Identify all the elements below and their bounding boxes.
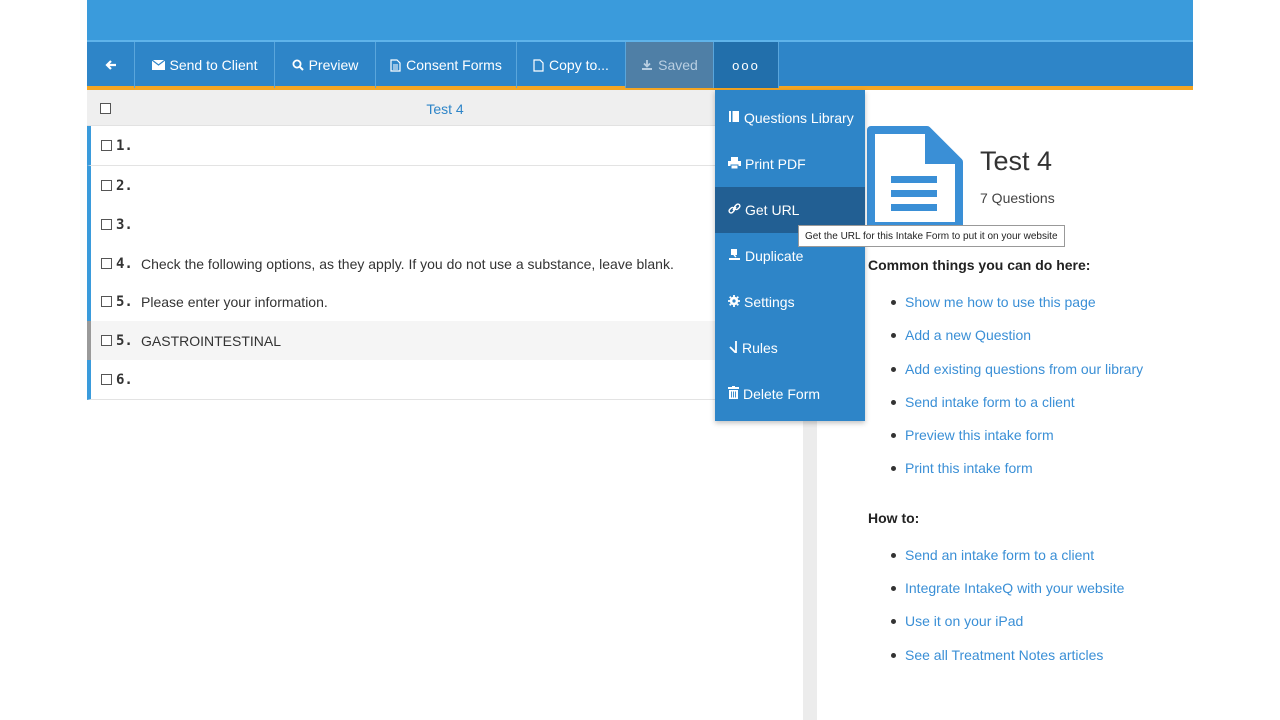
bullet bbox=[891, 466, 896, 471]
question-number: 4. bbox=[116, 255, 133, 272]
link-add-question[interactable]: Add a new Question bbox=[905, 327, 1031, 343]
link-howto-ipad[interactable]: Use it on your iPad bbox=[905, 613, 1023, 629]
menu-item-label: Questions Library bbox=[744, 110, 854, 126]
book-icon bbox=[728, 110, 740, 126]
bullet bbox=[891, 400, 896, 405]
consent-forms-label: Consent Forms bbox=[406, 57, 502, 73]
bullet bbox=[891, 619, 896, 624]
link-icon bbox=[728, 202, 741, 218]
question-row[interactable]: 5. Please enter your information. bbox=[87, 282, 803, 322]
link-howto-send[interactable]: Send an intake form to a client bbox=[905, 547, 1094, 563]
bullet bbox=[891, 367, 896, 372]
link-print-form[interactable]: Print this intake form bbox=[905, 460, 1033, 476]
question-checkbox[interactable] bbox=[101, 335, 112, 346]
download-icon bbox=[641, 59, 653, 71]
question-checkbox[interactable] bbox=[101, 180, 112, 191]
bullet bbox=[891, 553, 896, 558]
menu-item-rules[interactable]: Rules bbox=[715, 325, 865, 371]
how-to-heading: How to: bbox=[868, 510, 920, 526]
question-number: 6. bbox=[116, 371, 133, 388]
more-options-label: ooo bbox=[732, 57, 760, 73]
send-to-client-button[interactable]: Send to Client bbox=[135, 42, 275, 88]
link-howto-articles[interactable]: See all Treatment Notes articles bbox=[905, 647, 1103, 663]
form-title: Test 4 bbox=[980, 146, 1053, 176]
question-row[interactable]: 5. GASTROINTESTINAL bbox=[87, 321, 803, 361]
question-row[interactable]: 6. bbox=[87, 360, 803, 400]
menu-item-label: Get URL bbox=[745, 202, 800, 218]
question-number: 5. bbox=[116, 293, 133, 310]
document-icon bbox=[867, 126, 963, 235]
question-row[interactable]: 4. Check the following options, as they … bbox=[87, 244, 803, 284]
link-add-from-library[interactable]: Add existing questions from our library bbox=[905, 361, 1143, 377]
list-header: Test 4 bbox=[87, 90, 803, 126]
question-number: 2. bbox=[116, 177, 133, 194]
question-number: 3. bbox=[116, 216, 133, 233]
arrow-left-icon bbox=[104, 59, 117, 71]
consent-forms-button[interactable]: Consent Forms bbox=[376, 42, 517, 88]
bullet bbox=[891, 433, 896, 438]
more-options-menu: Questions Library Print PDF Get URL Dupl… bbox=[715, 90, 865, 421]
question-text: Please enter your information. bbox=[141, 293, 328, 310]
send-to-client-label: Send to Client bbox=[169, 57, 258, 73]
printer-icon bbox=[728, 156, 741, 172]
bullet bbox=[891, 300, 896, 305]
link-preview-form[interactable]: Preview this intake form bbox=[905, 427, 1054, 443]
saved-label: Saved bbox=[658, 57, 698, 73]
search-icon bbox=[292, 59, 304, 71]
preview-button[interactable]: Preview bbox=[275, 42, 376, 88]
question-checkbox[interactable] bbox=[101, 219, 112, 230]
menu-item-delete-form[interactable]: Delete Form bbox=[715, 371, 865, 417]
document-icon bbox=[390, 58, 401, 72]
bullet bbox=[891, 653, 896, 658]
menu-item-label: Rules bbox=[742, 340, 778, 356]
trash-icon bbox=[728, 386, 739, 402]
menu-item-label: Settings bbox=[744, 294, 795, 310]
bullet bbox=[891, 586, 896, 591]
info-pane: Test 4 7 Questions Common things you can… bbox=[817, 90, 1193, 720]
rules-icon bbox=[728, 340, 738, 356]
duplicate-icon bbox=[728, 248, 741, 264]
copy-to-label: Copy to... bbox=[549, 57, 609, 73]
question-checkbox[interactable] bbox=[101, 140, 112, 151]
question-checkbox[interactable] bbox=[101, 374, 112, 385]
question-row[interactable]: 3. bbox=[87, 205, 803, 245]
menu-item-settings[interactable]: Settings bbox=[715, 279, 865, 325]
copy-to-button[interactable]: Copy to... bbox=[517, 42, 626, 88]
back-button[interactable] bbox=[87, 42, 135, 88]
get-url-tooltip: Get the URL for this Intake Form to put … bbox=[798, 225, 1065, 247]
toolbar: Send to Client Preview Consent Forms Cop… bbox=[87, 40, 1193, 90]
menu-item-questions-library[interactable]: Questions Library bbox=[715, 95, 865, 141]
bullet bbox=[891, 333, 896, 338]
link-send-form[interactable]: Send intake form to a client bbox=[905, 394, 1075, 410]
menu-item-print-pdf[interactable]: Print PDF bbox=[715, 141, 865, 187]
question-text: GASTROINTESTINAL bbox=[141, 332, 282, 349]
link-howto-integrate[interactable]: Integrate IntakeQ with your website bbox=[905, 580, 1124, 596]
menu-item-label: Duplicate bbox=[745, 248, 804, 264]
question-checkbox[interactable] bbox=[101, 296, 112, 307]
more-options-button[interactable]: ooo bbox=[714, 42, 779, 88]
top-bar bbox=[87, 0, 1193, 40]
question-text: Check the following options, as they app… bbox=[141, 255, 674, 272]
question-row[interactable]: 1. bbox=[87, 126, 803, 166]
question-list: Test 4 1. 2. 3. 4. Check the following o… bbox=[87, 90, 803, 720]
menu-item-label: Delete Form bbox=[743, 386, 821, 402]
question-number: 5. bbox=[116, 332, 133, 349]
preview-label: Preview bbox=[308, 57, 359, 73]
question-row[interactable]: 2. bbox=[87, 166, 803, 206]
question-number: 1. bbox=[116, 137, 133, 154]
question-count: 7 Questions bbox=[980, 190, 1055, 206]
gear-icon bbox=[728, 294, 740, 310]
list-title: Test 4 bbox=[426, 101, 464, 117]
app: Send to Client Preview Consent Forms Cop… bbox=[87, 0, 1193, 720]
copy-icon bbox=[533, 58, 544, 72]
menu-item-label: Print PDF bbox=[745, 156, 806, 172]
link-show-how[interactable]: Show me how to use this page bbox=[905, 294, 1096, 310]
saved-button[interactable]: Saved bbox=[626, 42, 714, 88]
common-things-heading: Common things you can do here: bbox=[868, 257, 1091, 273]
envelope-icon bbox=[151, 60, 165, 70]
question-checkbox[interactable] bbox=[101, 258, 112, 269]
